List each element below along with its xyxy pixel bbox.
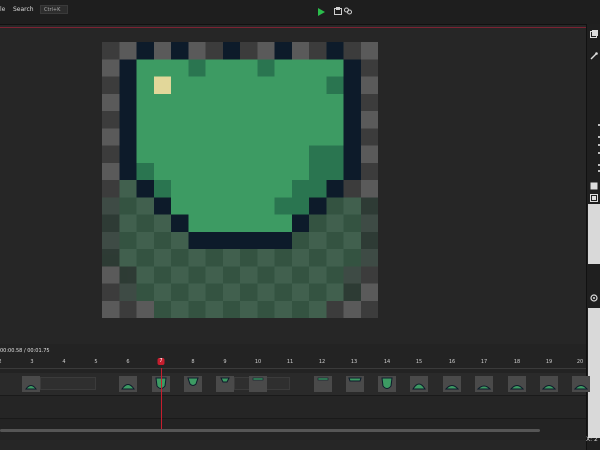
cursor-coordinate: X: 2 <box>586 436 598 443</box>
slime-highlight <box>153 76 171 94</box>
gear-icon[interactable] <box>590 294 598 302</box>
link-icon[interactable] <box>344 7 352 15</box>
frame-cel[interactable] <box>346 376 364 392</box>
panel-scrollbar[interactable] <box>588 308 600 438</box>
time-readout: 00:00.58 / 00:01.75 <box>0 348 50 354</box>
frame-number: 2 <box>0 359 2 365</box>
playhead-line[interactable] <box>161 368 162 432</box>
menu-fragment[interactable]: le <box>0 6 5 13</box>
properties-scrollbar[interactable] <box>588 204 600 264</box>
frame-number: 9 <box>223 359 227 365</box>
frame-cel[interactable] <box>540 376 558 392</box>
frame-cel[interactable] <box>475 376 493 392</box>
frame-number: 17 <box>480 359 488 365</box>
animation-track-secondary[interactable] <box>0 396 586 419</box>
frame-cel[interactable] <box>572 376 590 392</box>
frame-number: 11 <box>286 359 294 365</box>
play-icon[interactable] <box>316 7 326 17</box>
frame-number: 14 <box>383 359 391 365</box>
frame-number: 16 <box>448 359 456 365</box>
frame-cel[interactable] <box>314 376 332 392</box>
frame-cel[interactable] <box>508 376 526 392</box>
frame-number: 20 <box>576 359 584 365</box>
frame-number: 5 <box>94 359 98 365</box>
frame-number: 6 <box>126 359 130 365</box>
frame-cel[interactable] <box>22 376 40 392</box>
frame-number: 19 <box>545 359 553 365</box>
frame-cel[interactable] <box>410 376 428 392</box>
frame-number: 12 <box>318 359 326 365</box>
search-input[interactable]: Ctrl+K <box>40 5 68 14</box>
frame-cel[interactable] <box>378 376 396 392</box>
frame-number: 15 <box>415 359 423 365</box>
frame-cel[interactable] <box>184 376 202 392</box>
frame-cel[interactable] <box>249 376 267 392</box>
duplicate-icon[interactable] <box>590 30 598 38</box>
sprite-canvas[interactable] <box>102 42 378 318</box>
timeline-scrollbar[interactable] <box>0 429 540 432</box>
frame-ruler[interactable]: 2 3 4 5 6 7 8 9 10 11 12 13 14 15 16 17 … <box>0 358 586 369</box>
timeline-panel: 00:00.58 / 00:01.75 2 3 4 5 6 7 8 9 10 1… <box>0 344 590 440</box>
top-toolbar: le Search Ctrl+K <box>0 0 600 25</box>
frame-number: 8 <box>191 359 195 365</box>
export-frame-icon[interactable] <box>590 194 598 202</box>
frame-cel[interactable] <box>216 376 234 392</box>
playhead-marker[interactable]: 7 <box>157 358 165 365</box>
export-icon[interactable] <box>334 7 342 15</box>
frame-number: 3 <box>30 359 34 365</box>
frame-number: 10 <box>254 359 262 365</box>
frame-number: 13 <box>350 359 358 365</box>
frame-number: 18 <box>513 359 521 365</box>
eyedropper-icon[interactable] <box>590 52 598 60</box>
search-label: Search <box>13 6 34 13</box>
empty-segment[interactable] <box>40 377 96 390</box>
layer-icon[interactable] <box>590 182 598 190</box>
frame-cel[interactable] <box>119 376 137 392</box>
frame-cel[interactable] <box>443 376 461 392</box>
frame-number: 4 <box>62 359 66 365</box>
